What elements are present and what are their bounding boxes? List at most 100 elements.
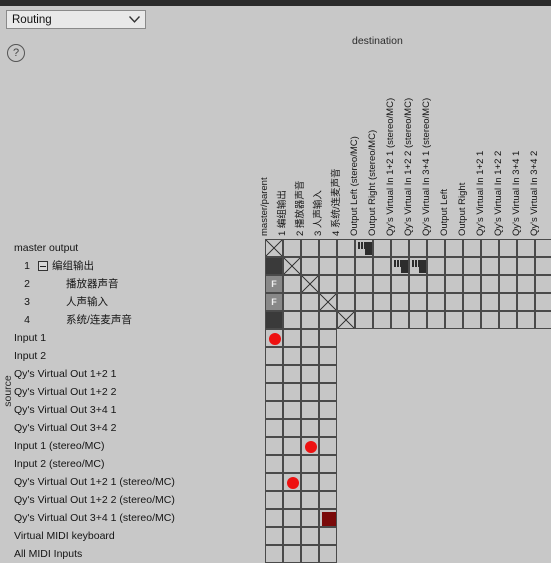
matrix-cell[interactable] [283, 509, 301, 527]
matrix-cell[interactable] [409, 311, 427, 329]
matrix-cell[interactable] [535, 311, 551, 329]
matrix-cell[interactable] [409, 257, 427, 275]
matrix-row-label[interactable]: Input 2 (stereo/MC) [0, 455, 264, 473]
matrix-row-label[interactable]: Qy's Virtual Out 1+2 1 (stereo/MC) [0, 473, 264, 491]
matrix-row-label[interactable]: Input 1 [0, 329, 264, 347]
matrix-cell[interactable] [319, 275, 337, 293]
matrix-cell[interactable] [301, 437, 319, 455]
matrix-cell[interactable] [463, 293, 481, 311]
matrix-cell[interactable] [535, 257, 551, 275]
matrix-cell[interactable] [301, 527, 319, 545]
matrix-cell[interactable] [391, 257, 409, 275]
matrix-cell[interactable] [319, 455, 337, 473]
matrix-cell[interactable] [337, 239, 355, 257]
matrix-cell[interactable] [535, 293, 551, 311]
matrix-cell[interactable] [265, 419, 283, 437]
matrix-cell[interactable] [445, 239, 463, 257]
matrix-cell[interactable] [319, 491, 337, 509]
matrix-cell[interactable] [319, 257, 337, 275]
matrix-cell[interactable] [409, 293, 427, 311]
matrix-cell[interactable] [265, 239, 283, 257]
matrix-cell[interactable] [283, 437, 301, 455]
matrix-cell[interactable] [265, 365, 283, 383]
matrix-cell[interactable] [283, 293, 301, 311]
matrix-cell[interactable] [373, 257, 391, 275]
matrix-cell[interactable] [283, 383, 301, 401]
matrix-cell[interactable] [499, 275, 517, 293]
matrix-cell[interactable] [283, 401, 301, 419]
matrix-cell[interactable] [265, 383, 283, 401]
matrix-cell[interactable] [373, 293, 391, 311]
matrix-cell[interactable] [499, 293, 517, 311]
matrix-cell[interactable] [301, 311, 319, 329]
matrix-cell[interactable] [301, 545, 319, 563]
matrix-cell[interactable] [301, 509, 319, 527]
matrix-cell[interactable] [319, 347, 337, 365]
matrix-cell[interactable] [319, 527, 337, 545]
matrix-cell[interactable] [319, 419, 337, 437]
matrix-cell[interactable] [463, 275, 481, 293]
matrix-cell[interactable] [445, 311, 463, 329]
matrix-cell[interactable] [517, 239, 535, 257]
matrix-cell[interactable] [391, 275, 409, 293]
matrix-cell[interactable] [481, 275, 499, 293]
matrix-cell[interactable] [283, 311, 301, 329]
matrix-cell[interactable] [301, 419, 319, 437]
matrix-cell[interactable] [283, 527, 301, 545]
matrix-cell[interactable] [265, 329, 283, 347]
matrix-row-label[interactable]: Qy's Virtual Out 1+2 1 [0, 365, 264, 383]
matrix-cell[interactable] [265, 455, 283, 473]
matrix-cell[interactable] [265, 437, 283, 455]
matrix-cell[interactable] [391, 311, 409, 329]
matrix-cell[interactable] [463, 239, 481, 257]
matrix-cell[interactable] [265, 311, 283, 329]
row-collapse-toggle[interactable] [38, 261, 48, 271]
matrix-cell[interactable] [319, 311, 337, 329]
matrix-cell[interactable] [265, 545, 283, 563]
matrix-row-label[interactable]: Virtual MIDI keyboard [0, 527, 264, 545]
matrix-cell[interactable] [391, 293, 409, 311]
matrix-cell[interactable] [265, 401, 283, 419]
matrix-cell[interactable] [517, 257, 535, 275]
matrix-row-label[interactable]: Qy's Virtual Out 1+2 2 (stereo/MC) [0, 491, 264, 509]
matrix-cell[interactable] [355, 293, 373, 311]
matrix-cell[interactable] [445, 275, 463, 293]
matrix-row-label[interactable]: 1 编组输出 [0, 257, 264, 275]
matrix-cell[interactable] [319, 365, 337, 383]
matrix-cell[interactable] [463, 257, 481, 275]
matrix-cell[interactable] [373, 311, 391, 329]
matrix-cell[interactable] [355, 311, 373, 329]
matrix-row-label[interactable]: 2 播放器声音 [0, 275, 264, 293]
matrix-cell[interactable] [301, 365, 319, 383]
matrix-cell[interactable] [427, 311, 445, 329]
matrix-cell[interactable] [283, 257, 301, 275]
matrix-cell[interactable] [283, 239, 301, 257]
matrix-cell[interactable] [499, 311, 517, 329]
matrix-cell[interactable] [265, 347, 283, 365]
matrix-cell[interactable] [301, 401, 319, 419]
matrix-cell[interactable] [319, 383, 337, 401]
matrix-cell[interactable] [427, 293, 445, 311]
help-button[interactable]: ? [7, 44, 25, 62]
matrix-cell[interactable] [499, 257, 517, 275]
matrix-cell[interactable] [283, 491, 301, 509]
matrix-cell[interactable] [301, 275, 319, 293]
matrix-cell[interactable] [481, 239, 499, 257]
matrix-cell[interactable] [265, 473, 283, 491]
matrix-cell[interactable] [283, 419, 301, 437]
matrix-cell[interactable] [301, 329, 319, 347]
matrix-cell[interactable] [517, 293, 535, 311]
matrix-cell[interactable] [301, 473, 319, 491]
matrix-cell[interactable] [319, 509, 337, 527]
matrix-cell[interactable] [301, 347, 319, 365]
matrix-cell[interactable] [301, 455, 319, 473]
matrix-cell[interactable] [409, 275, 427, 293]
matrix-cell[interactable] [301, 383, 319, 401]
matrix-cell[interactable]: F [265, 293, 283, 311]
matrix-cell[interactable]: F [265, 275, 283, 293]
matrix-cell[interactable] [319, 437, 337, 455]
matrix-cell[interactable] [283, 473, 301, 491]
matrix-cell[interactable] [445, 257, 463, 275]
matrix-cell[interactable] [265, 509, 283, 527]
matrix-cell[interactable] [283, 347, 301, 365]
